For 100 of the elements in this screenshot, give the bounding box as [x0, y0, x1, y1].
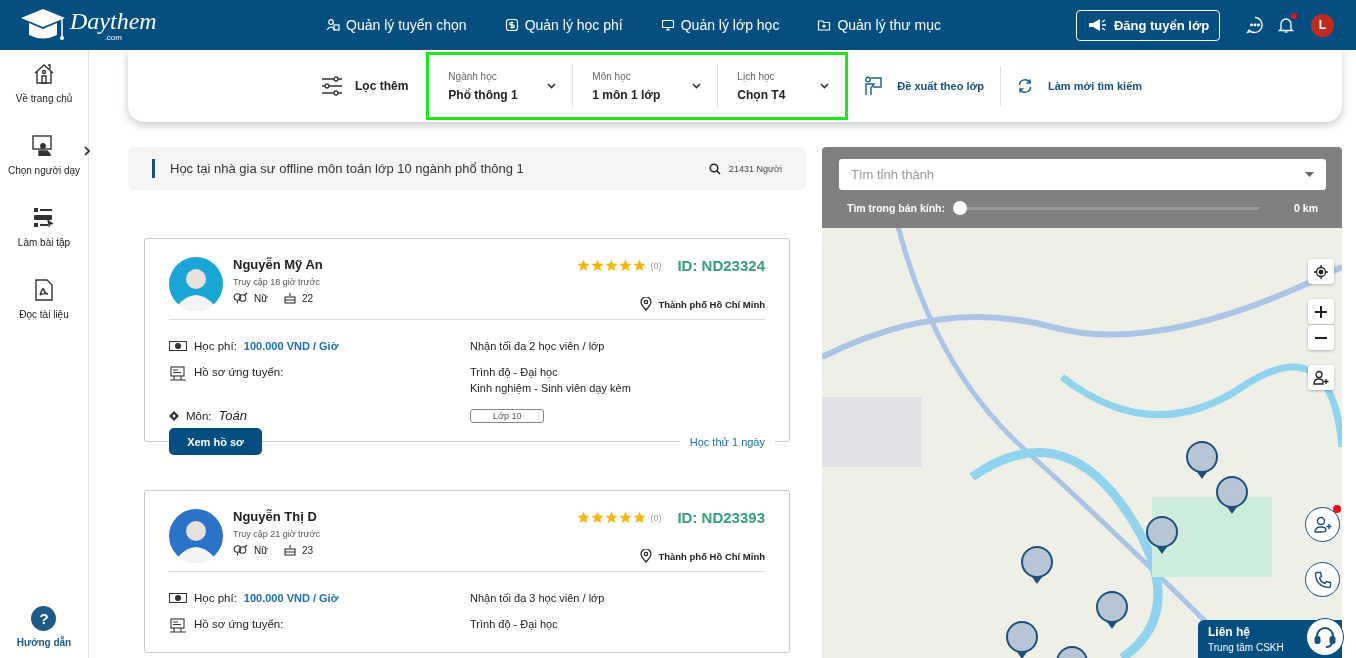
- user-avatar[interactable]: L: [1311, 13, 1334, 37]
- sidebar-item[interactable]: Làm bài tập: [17, 206, 71, 278]
- fee-label: Học phí:: [194, 592, 237, 604]
- view-profile-button[interactable]: Xem hồ sơ: [169, 428, 262, 455]
- add-person-button[interactable]: [1308, 365, 1334, 390]
- student-capacity: Nhận tối đa 3 học viên / lớp: [470, 592, 605, 604]
- home-icon: [32, 62, 56, 86]
- last-seen: Truy cập 21 giờ trước: [233, 529, 321, 539]
- contact-subtitle: Trung tâm CSKH: [1208, 642, 1284, 653]
- star-icon: [605, 511, 619, 524]
- student-capacity: Nhận tối đa 2 học viên / lớp: [470, 340, 605, 352]
- star-icon: [619, 259, 633, 272]
- plus-icon: [1315, 305, 1327, 318]
- bell-icon[interactable]: [1277, 16, 1295, 34]
- nav-link[interactable]: Quản lý học phí: [504, 17, 623, 33]
- crosshair-icon: [1314, 264, 1328, 279]
- minus-icon: [1315, 336, 1327, 339]
- filter-dropdown[interactable]: Môn học 1 môn 1 lớp: [573, 64, 719, 108]
- computer-icon: [169, 366, 187, 382]
- banknote-icon: [169, 341, 187, 351]
- list-cursor-icon: [32, 206, 56, 230]
- zoom-in-button[interactable]: [1308, 299, 1334, 324]
- filter-dropdown[interactable]: Ngành học Phổ thông 1: [429, 64, 574, 108]
- help-link[interactable]: ? Hướng dẫn: [16, 606, 72, 648]
- trial-offer: Học thử 1 ngày: [679, 436, 775, 448]
- star-icon: [577, 259, 591, 272]
- filter-action-button[interactable]: Làm mới tìm kiếm: [1001, 66, 1159, 106]
- avatar-silhouette: [169, 509, 223, 563]
- contact-support-panel[interactable]: Liên hệ Trung tâm CSKH: [1198, 620, 1342, 658]
- slider-thumb[interactable]: [953, 201, 967, 215]
- filter-dropdown[interactable]: Lịch học Chọn T4: [718, 64, 846, 108]
- chevron-down-icon: [547, 83, 557, 89]
- radius-value: 0 km: [1294, 202, 1318, 214]
- monitor-icon: [660, 18, 675, 32]
- rating-count: (0): [650, 260, 662, 271]
- logo-wordmark[interactable]: Daythem: [70, 8, 157, 33]
- tutor-subject: Toán: [218, 408, 247, 423]
- radius-label: Tìm trong bán kính:: [847, 202, 945, 214]
- locate-button[interactable]: [1308, 259, 1334, 284]
- more-filters-button[interactable]: Lọc thêm: [315, 75, 415, 97]
- phone-icon: [1313, 570, 1332, 589]
- qualification: Kinh nghiệm - Sinh viên dạy kèm: [470, 382, 631, 394]
- tutor-location: Thành phố Hồ Chí Minh: [658, 550, 765, 562]
- banknote-icon: [169, 593, 187, 603]
- gender-icon: [233, 292, 248, 304]
- location-pin-icon: [640, 297, 653, 311]
- nav-link[interactable]: Quản lý tuyển chọn: [326, 17, 467, 33]
- last-seen: Truy cập 18 giờ trước: [233, 277, 322, 287]
- star-icon: [633, 511, 647, 524]
- star-icon: [605, 259, 619, 272]
- folder-icon: [817, 18, 832, 32]
- megaphone-icon: [1086, 17, 1107, 33]
- tutor-age: 23: [301, 544, 314, 556]
- location-pin-icon: [640, 549, 653, 563]
- zoom-out-button[interactable]: [1308, 325, 1334, 350]
- diamond-icon: [169, 410, 179, 421]
- tutor-id: ID: ND23324: [677, 257, 765, 274]
- application-label: Hồ sơ ứng tuyển:: [194, 618, 284, 630]
- people-icon: [326, 18, 340, 32]
- search-summary: Học tại nhà gia sư offline môn toán lớp 10 ngành phổ thông 1: [170, 161, 525, 176]
- star-icon: [591, 259, 605, 272]
- tutor-fee: 100.000 VND / Giờ: [243, 340, 339, 352]
- refresh-icon: [1017, 78, 1033, 94]
- gender-icon: [233, 544, 248, 556]
- tutor-fee: 100.000 VND / Giờ: [243, 592, 339, 604]
- tutor-name: Nguyễn Mỹ An: [233, 257, 323, 272]
- sidebar-item[interactable]: Đọc tài liệu: [19, 278, 69, 350]
- star-icon: [577, 511, 591, 524]
- nav-link[interactable]: Quản lý lớp học: [660, 17, 780, 33]
- tutor-age: 22: [301, 292, 314, 304]
- dropdown-arrow-icon: [1305, 172, 1314, 177]
- add-user-icon: [1312, 515, 1333, 534]
- rating-count: (0): [650, 512, 662, 523]
- sidebar-item[interactable]: Chọn người dạy: [7, 134, 81, 206]
- nav-link[interactable]: Quản lý thư mục: [817, 17, 941, 33]
- result-count: 21431 Người: [729, 163, 782, 174]
- avatar-silhouette: [169, 257, 223, 311]
- sliders-icon: [321, 76, 343, 96]
- sidebar-item[interactable]: Về trang chủ: [15, 62, 73, 134]
- tutor-location: Thành phố Hồ Chí Minh: [658, 298, 765, 310]
- tutor-gender: Nữ: [254, 292, 268, 304]
- presenter-icon: [864, 76, 883, 96]
- fee-label: Học phí:: [194, 340, 237, 352]
- application-label: Hồ sơ ứng tuyển:: [194, 366, 284, 378]
- computer-icon: [169, 618, 187, 634]
- post-class-button[interactable]: Đăng tuyển lớp: [1076, 9, 1220, 41]
- chevron-down-icon: [820, 83, 830, 89]
- tutor-name: Nguyễn Thị D: [233, 509, 318, 524]
- filter-action-button[interactable]: Đề xuất theo lớp: [848, 66, 1001, 106]
- cake-icon: [283, 544, 296, 556]
- chevron-down-icon: [692, 83, 702, 89]
- grade-tag: Lớp 10: [470, 408, 545, 423]
- contact-title: Liên hệ: [1208, 625, 1251, 639]
- pdf-file-icon: [33, 278, 55, 302]
- add-user-icon: [1313, 369, 1329, 386]
- chat-icon[interactable]: [1246, 16, 1264, 34]
- qualification: Trình độ - Đại học: [470, 618, 558, 630]
- star-icon: [591, 511, 605, 524]
- province-search-field[interactable]: Tìm tỉnh thành: [839, 159, 1326, 190]
- dollar-icon: [504, 18, 519, 32]
